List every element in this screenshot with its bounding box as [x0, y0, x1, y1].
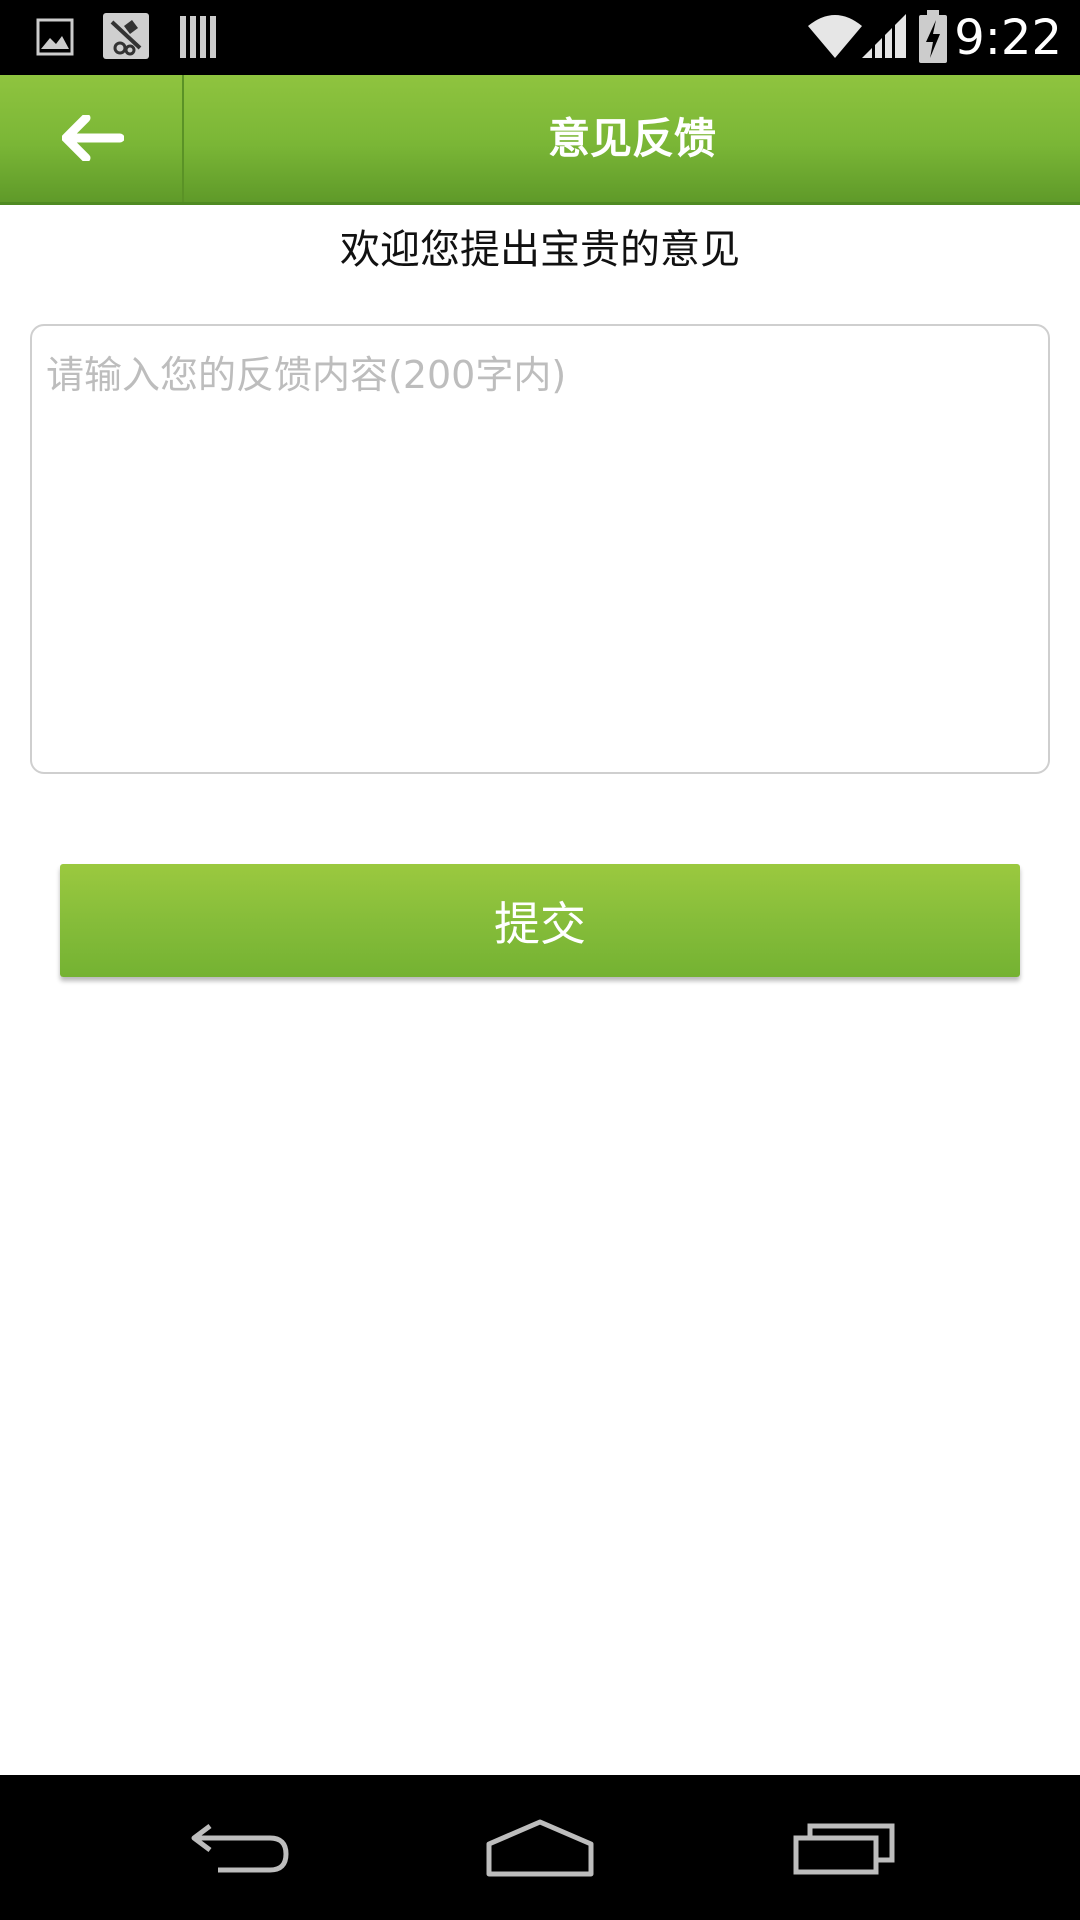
- navigation-bar: [0, 1775, 1080, 1920]
- back-button[interactable]: [0, 75, 184, 202]
- battery-charging-icon: [918, 10, 948, 68]
- home-nav-icon: [486, 1819, 594, 1876]
- wifi-icon: [806, 12, 864, 64]
- barcode-icon: [178, 14, 218, 64]
- back-nav-icon: [191, 1823, 289, 1872]
- welcome-text: 欢迎您提出宝贵的意见: [340, 227, 740, 273]
- status-bar: 9:22: [0, 0, 1080, 75]
- feedback-screen: 9:22 意见反馈 欢迎您提出宝贵的意见 提交: [0, 0, 1080, 1920]
- signal-icon: [860, 12, 908, 64]
- action-bar: 意见反馈: [0, 75, 1080, 205]
- feedback-input[interactable]: [30, 324, 1050, 774]
- recents-nav-button[interactable]: [744, 1775, 944, 1920]
- page-title: 意见反馈: [547, 114, 716, 163]
- home-nav-button[interactable]: [440, 1775, 640, 1920]
- image-icon: [36, 18, 74, 60]
- status-time: 9:22: [954, 10, 1062, 66]
- back-nav-button[interactable]: [140, 1775, 340, 1920]
- app-notification-icon: [102, 12, 150, 64]
- arrow-left-icon: [62, 115, 124, 161]
- recents-nav-icon: [793, 1823, 895, 1874]
- submit-button[interactable]: 提交: [60, 864, 1020, 977]
